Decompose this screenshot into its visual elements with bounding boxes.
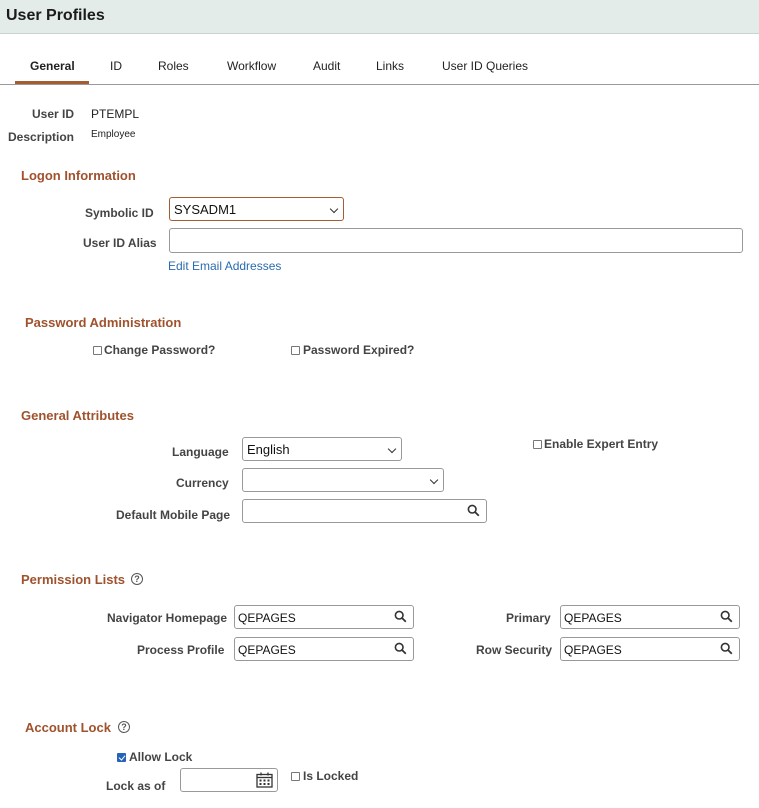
permission-lists-title: Permission Lists [21,572,126,587]
change-password-checkbox[interactable] [93,346,102,355]
symbolic-id-value: SYSADM1 [174,202,237,217]
chevron-down-icon [387,444,397,454]
logon-section-title: Logon Information [21,168,136,183]
user-id-label: User ID [32,107,75,121]
row-security-value: QEPAGES [564,643,622,657]
change-password-label: Change Password? [104,343,216,357]
currency-select[interactable] [242,468,444,492]
row-security-label: Row Security [476,643,553,657]
search-icon[interactable] [394,610,407,626]
search-icon[interactable] [467,504,480,520]
default-mobile-page-input[interactable] [242,499,487,523]
navigator-homepage-value: QEPAGES [238,611,296,625]
process-profile-input[interactable]: QEPAGES [234,637,414,661]
password-section-title: Password Administration [25,315,182,330]
help-icon[interactable]: ? [118,721,130,733]
tab-general[interactable]: General [30,59,75,73]
language-label: Language [172,445,229,459]
language-select[interactable]: English [242,437,402,461]
description-label: Description [8,130,75,144]
language-value: English [247,442,290,457]
search-icon[interactable] [720,642,733,658]
password-expired-label: Password Expired? [303,343,415,357]
password-expired-checkbox[interactable] [291,346,300,355]
tab-user-id-queries[interactable]: User ID Queries [442,59,528,73]
search-icon[interactable] [720,610,733,626]
default-mobile-page-label: Default Mobile Page [116,508,231,522]
process-profile-label: Process Profile [137,643,225,657]
tab-roles[interactable]: Roles [158,59,189,73]
general-attributes-title: General Attributes [21,408,134,423]
primary-input[interactable]: QEPAGES [560,605,740,629]
is-locked-label: Is Locked [303,769,359,783]
user-id-alias-input[interactable] [169,228,743,253]
search-icon[interactable] [394,642,407,658]
tab-id[interactable]: ID [110,59,122,73]
account-lock-title: Account Lock [25,720,111,735]
process-profile-value: QEPAGES [238,643,296,657]
primary-label: Primary [506,611,551,625]
row-security-input[interactable]: QEPAGES [560,637,740,661]
help-icon[interactable]: ? [131,573,143,585]
chevron-down-icon [429,475,439,485]
navigator-homepage-label: Navigator Homepage [107,611,228,625]
page-header: User Profiles [0,0,759,34]
navigator-homepage-input[interactable]: QEPAGES [234,605,414,629]
page-title: User Profiles [6,7,105,24]
tab-links[interactable]: Links [376,59,404,73]
symbolic-id-label: Symbolic ID [85,206,154,220]
primary-value: QEPAGES [564,611,622,625]
user-id-alias-label: User ID Alias [83,236,157,250]
is-locked-checkbox[interactable] [291,772,300,781]
enable-expert-entry-label: Enable Expert Entry [544,437,659,451]
tab-bar: General ID Roles Workflow Audit Links Us… [0,50,759,85]
description-value: Employee [91,129,136,140]
calendar-icon[interactable] [256,772,273,791]
tab-audit[interactable]: Audit [313,59,340,73]
symbolic-id-select[interactable]: SYSADM1 [169,197,344,221]
enable-expert-entry-checkbox[interactable] [533,440,542,449]
lock-as-of-date-input[interactable] [180,768,278,792]
allow-lock-label: Allow Lock [129,750,193,764]
tab-workflow[interactable]: Workflow [227,59,276,73]
chevron-down-icon [329,204,339,214]
allow-lock-checkbox[interactable] [117,753,126,762]
user-id-value: PTEMPL [91,107,140,121]
lock-as-of-label: Lock as of [106,779,166,793]
active-tab-indicator [15,81,89,84]
currency-label: Currency [176,476,229,490]
edit-email-addresses-link[interactable]: Edit Email Addresses [168,259,281,273]
